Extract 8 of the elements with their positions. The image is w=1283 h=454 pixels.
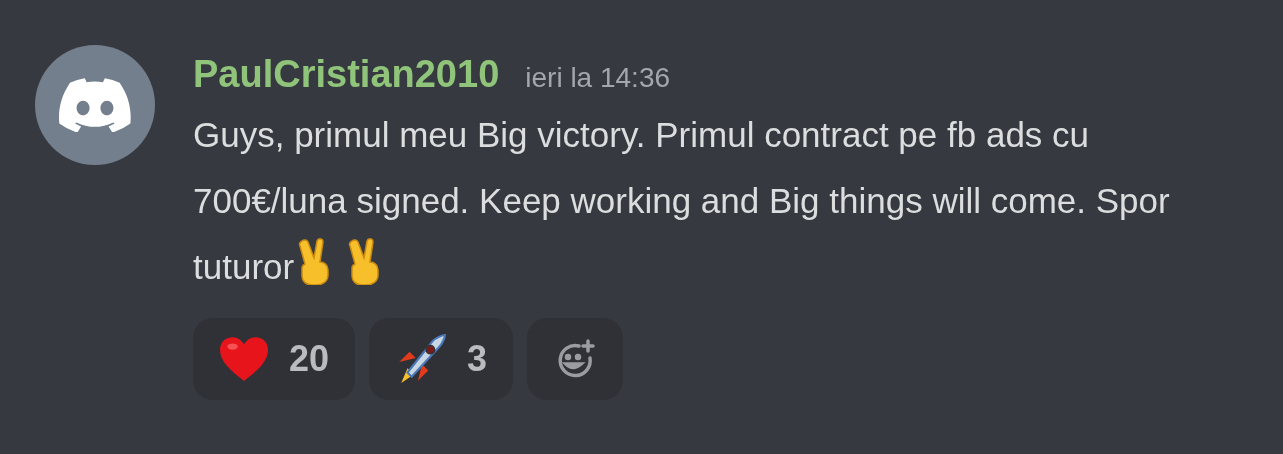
username[interactable]: PaulCristian2010 [193, 53, 500, 96]
add-reaction-button[interactable] [527, 318, 624, 400]
message-text: Guys, primul meu Big victory. Primul contract pe fb ads cu 700€/luna signed. Keep working and Big things will come. Spor tuturor [193, 114, 1171, 288]
reaction-button[interactable]: 3 [369, 318, 514, 400]
heart-icon [219, 336, 269, 382]
reaction-button[interactable]: 20 [193, 318, 356, 400]
timestamp: ieri la 14:36 [525, 62, 671, 94]
game-controller-face-icon [59, 78, 131, 132]
